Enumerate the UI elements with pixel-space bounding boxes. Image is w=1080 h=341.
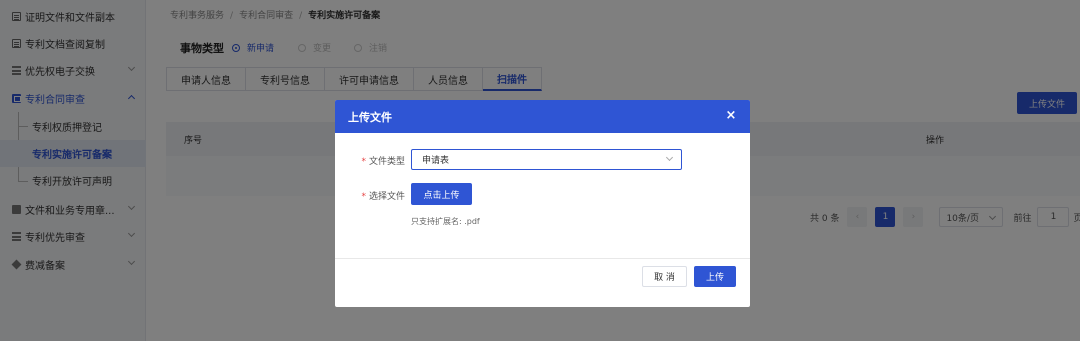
label-text: 文件类型: [368, 157, 405, 167]
dialog-header: 上传文件 ×: [335, 100, 750, 133]
cancel-button[interactable]: 取 消: [642, 266, 687, 287]
file-extension-hint: 只支持扩展名: .pdf: [411, 217, 480, 226]
upload-dialog: 上传文件 × * 文件类型 申请表 * 选择文件 点击上传 只支持扩展名: .pdf…: [335, 100, 750, 307]
close-icon[interactable]: ×: [725, 109, 737, 123]
required-mark: *: [361, 192, 366, 202]
upload-confirm-button[interactable]: 上传: [694, 266, 736, 287]
chevron-down-icon: [665, 153, 674, 162]
dialog-divider: [335, 258, 750, 259]
file-type-value: 申请表: [422, 156, 450, 166]
label-text: 选择文件: [368, 192, 405, 202]
dialog-title: 上传文件: [348, 110, 392, 124]
file-type-label: * 文件类型: [335, 154, 405, 167]
file-type-select[interactable]: 申请表: [411, 149, 682, 170]
click-upload-button[interactable]: 点击上传: [411, 183, 472, 205]
required-mark: *: [361, 157, 366, 167]
select-file-label: * 选择文件: [335, 189, 405, 202]
